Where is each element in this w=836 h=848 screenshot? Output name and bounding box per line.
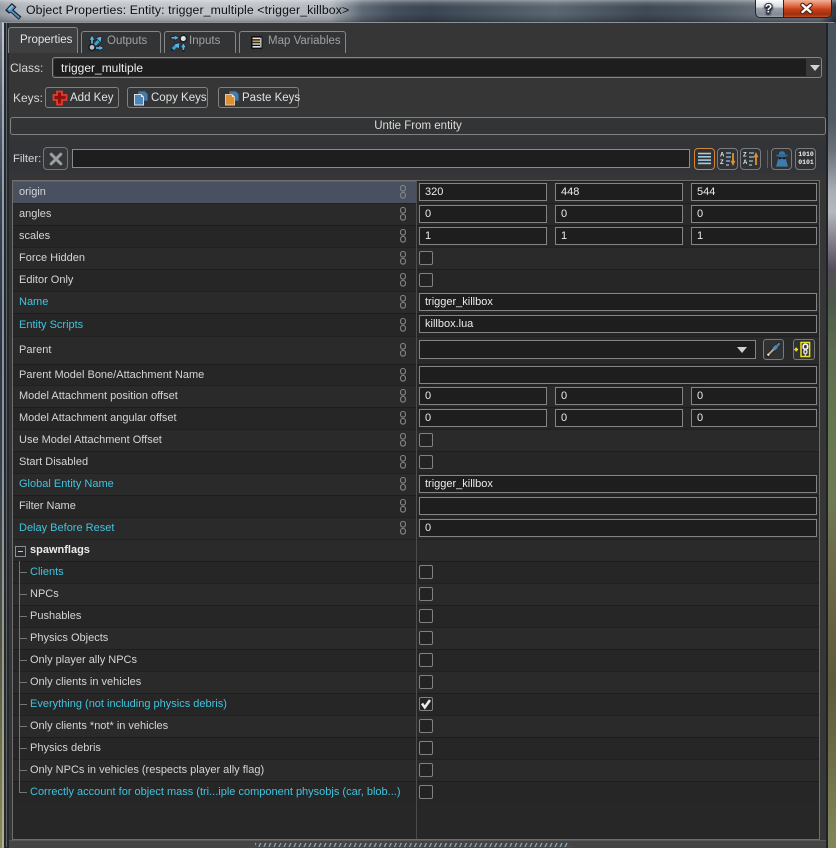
svg-text:Z: Z — [720, 160, 724, 166]
svg-text:Z: Z — [743, 153, 747, 159]
svg-text:?: ? — [765, 2, 772, 16]
svg-text:A: A — [720, 153, 725, 159]
svg-text:A: A — [743, 160, 748, 166]
